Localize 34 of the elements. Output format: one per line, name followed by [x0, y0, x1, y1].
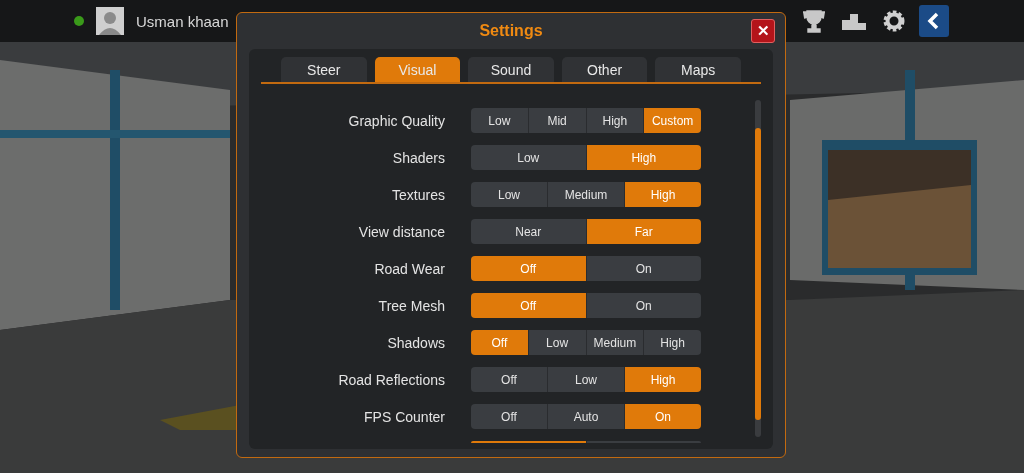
option-button[interactable]: On — [586, 293, 701, 318]
scrollbar[interactable] — [755, 100, 761, 437]
tab[interactable]: Sound — [468, 57, 554, 82]
option-button[interactable]: Low — [548, 367, 625, 392]
dialog-title: Settings — [479, 22, 543, 40]
option-button[interactable]: Near — [471, 219, 587, 244]
back-button[interactable] — [919, 5, 949, 37]
option-button[interactable]: Mid — [528, 108, 587, 133]
setting-label: Road Wear — [373, 260, 445, 277]
option-button[interactable]: Low — [471, 182, 548, 207]
setting-label: FPS Counter — [363, 408, 445, 425]
setting-label: Shadows — [386, 334, 445, 351]
setting-label: View distance — [357, 223, 445, 240]
option-button[interactable]: Low — [471, 145, 587, 170]
option-button[interactable]: Medium — [586, 330, 645, 355]
option-button[interactable]: Low — [528, 330, 587, 355]
setting-label: Graphic Quality — [347, 112, 445, 129]
tab[interactable]: Steer — [281, 57, 367, 82]
setting-label: Textures — [391, 186, 445, 203]
setting-label: Shaders — [391, 149, 445, 166]
option-button[interactable]: Off — [471, 367, 548, 392]
option-button[interactable]: Medium — [548, 182, 625, 207]
setting-label: Tree Mesh — [377, 297, 445, 314]
option-button[interactable]: High — [644, 330, 701, 355]
user-name: Usman khaan — [136, 12, 229, 30]
option-button[interactable]: Low — [471, 108, 529, 133]
close-button[interactable]: ✕ — [751, 19, 775, 43]
option-button[interactable]: Off — [471, 404, 548, 429]
option-button[interactable]: High — [586, 108, 645, 133]
setting-label: Road Reflections — [337, 371, 445, 388]
option-button[interactable]: On — [586, 256, 701, 281]
tab[interactable]: Other — [561, 57, 648, 82]
option-button[interactable]: Auto — [548, 404, 625, 429]
tab[interactable]: Maps — [655, 57, 741, 82]
